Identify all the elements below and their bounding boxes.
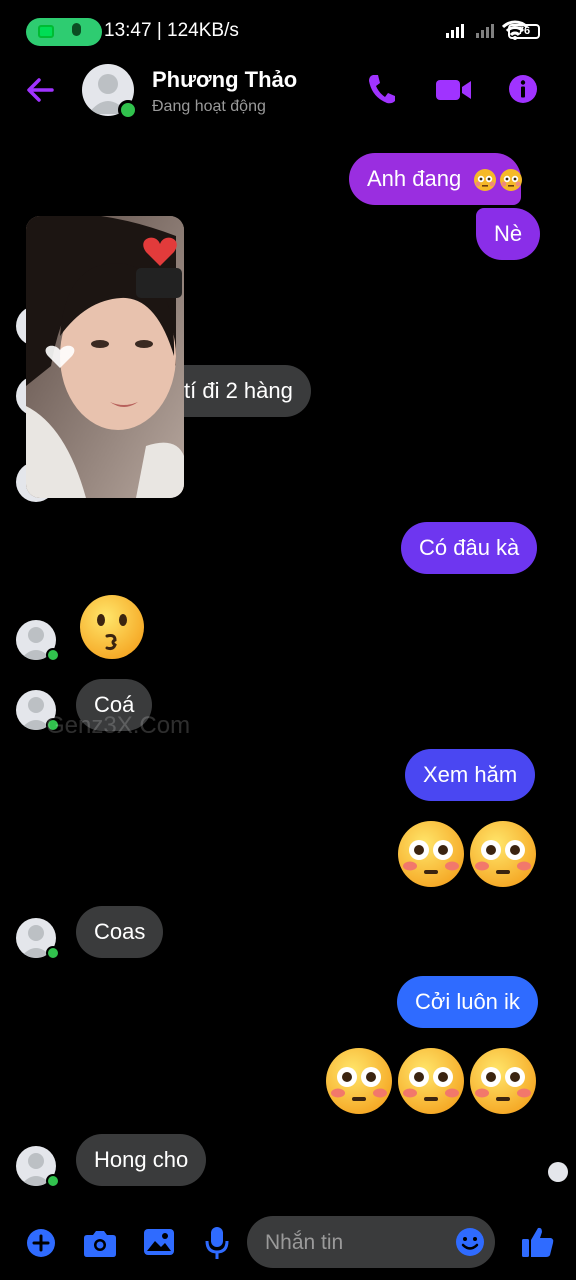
thumbs-up-icon[interactable]: [521, 1225, 555, 1259]
message-text: Cởi luôn ik: [415, 989, 520, 1014]
info-icon[interactable]: [508, 74, 538, 104]
flushed-face-emoji-icon: [398, 821, 536, 887]
phone-call-icon[interactable]: [367, 72, 397, 106]
message-text: Xem hăm: [423, 762, 518, 787]
flushed-face-emoji-icon: [474, 169, 522, 191]
message-text: Có đâu kà: [419, 535, 520, 560]
microphone-icon: [72, 23, 81, 36]
signal-2-icon: [476, 24, 494, 38]
incoming-message[interactable]: Hong cho: [76, 1134, 207, 1186]
message-input[interactable]: Nhắn tin: [247, 1216, 495, 1268]
online-indicator: [46, 1174, 60, 1188]
back-arrow-icon[interactable]: [24, 74, 56, 106]
message-text: Hong cho: [94, 1147, 189, 1172]
camera-icon: [38, 25, 54, 38]
flushed-face-emoji-icon: [326, 1048, 536, 1114]
camera-icon[interactable]: [83, 1229, 117, 1257]
contact-status: Đang hoạt động: [152, 98, 266, 115]
outgoing-message[interactable]: Có đâu kà: [401, 522, 538, 574]
screen-recorder-indicator: [26, 18, 102, 46]
outgoing-message[interactable]: Nè: [476, 208, 541, 260]
battery-icon: 76: [508, 24, 540, 39]
emoji-icon[interactable]: [455, 1227, 485, 1257]
incoming-message[interactable]: Coas: [76, 906, 164, 958]
online-indicator: [46, 946, 60, 960]
watermark: Genz3X.Com: [46, 712, 191, 739]
online-indicator: [46, 648, 60, 662]
kissing-face-emoji-icon: [80, 595, 144, 659]
plus-icon[interactable]: [27, 1229, 55, 1257]
contact-name[interactable]: Phương Thảo: [152, 67, 297, 93]
message-text: Anh đang: [367, 166, 462, 191]
message-input-placeholder: Nhắn tin: [265, 1231, 344, 1254]
seen-receipt-avatar: [548, 1162, 568, 1182]
image-gallery-icon[interactable]: [143, 1228, 175, 1256]
outgoing-message[interactable]: Cởi luôn ik: [397, 976, 538, 1028]
message-text: Nè: [494, 221, 523, 246]
online-indicator: [118, 100, 138, 120]
status-time-speed: 13:47 | 124KB/s: [104, 20, 239, 41]
microphone-icon[interactable]: [205, 1226, 229, 1260]
message-text: tí đi 2 hàng: [184, 378, 293, 403]
outgoing-message[interactable]: Xem hăm: [405, 749, 536, 801]
signal-icon: [446, 24, 464, 38]
message-text: Coas: [94, 919, 146, 944]
video-call-preview[interactable]: [26, 216, 184, 498]
video-call-icon[interactable]: [436, 78, 472, 102]
